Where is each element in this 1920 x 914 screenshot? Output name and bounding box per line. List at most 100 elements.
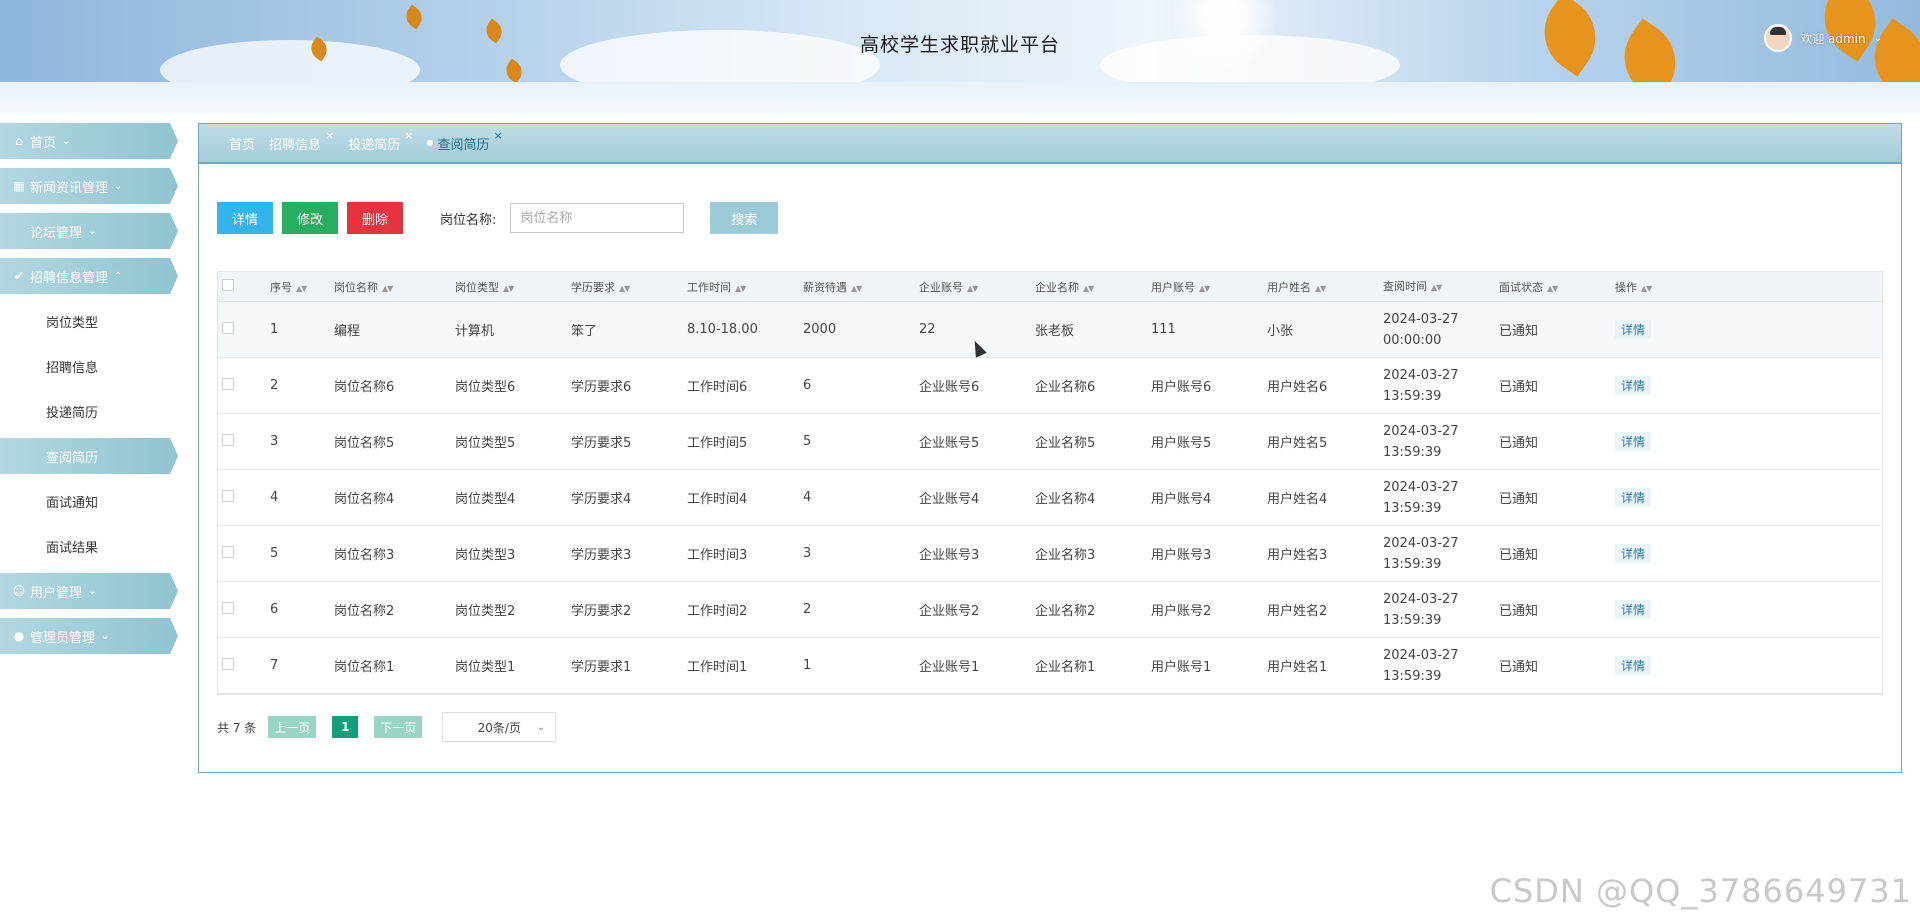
cell-user-account: 用户账号1 [1151,660,1212,675]
page-size-value: 20条/页 [477,720,521,735]
search-button[interactable]: 搜索 [710,202,779,234]
cell-work-time: 工作时间6 [687,380,748,395]
close-icon[interactable]: × [494,129,503,142]
cell-user-account: 用户账号6 [1151,380,1212,395]
column-header[interactable]: 工作时间 ▲▼ [679,279,795,295]
next-page-button[interactable]: 下一页 [374,716,423,738]
table-row[interactable]: 5 岗位名称3 岗位类型3 学历要求3 工作时间3 3 企业账号3 企业名称3 用户账号3 用户姓… [218,526,1882,582]
tab-view-resume[interactable]: 查阅简历 × [427,129,503,153]
detail-button[interactable]: 详情 [217,202,273,234]
cell-work-time: 工作时间2 [687,604,748,619]
pagination: 共 7 条 上一页 1 下一页 20条/页 ⌄ [217,712,557,742]
row-checkbox[interactable] [222,377,234,390]
chevron-up-icon: ⌃ [114,270,123,282]
column-header[interactable]: 岗位名称 ▲▼ [326,279,447,295]
page-number-current[interactable]: 1 [332,716,359,738]
row-select-cell [218,657,262,674]
column-header[interactable]: 操作 ▲▼ [1607,279,1723,295]
row-detail-button[interactable]: 详情 [1615,600,1652,619]
submenu-item-job-info[interactable]: 招聘信息 [0,348,178,384]
submenu-item-interview-notice[interactable]: 面试通知 [0,483,178,519]
column-label: 查阅时间 [1383,279,1427,293]
home-icon: ⌂ [15,134,23,148]
page-size-select[interactable]: 20条/页 ⌄ [442,712,557,742]
avatar[interactable] [1764,24,1793,52]
tab-home[interactable]: 首页 [229,134,255,153]
row-detail-button[interactable]: 详情 [1615,376,1652,395]
sidebar-item-news[interactable]: ▦ 新闻资讯管理 ⌄ [0,168,178,204]
table-row[interactable]: 3 岗位名称5 岗位类型5 学历要求5 工作时间5 5 企业账号5 企业名称5 用户账号5 用户姓… [218,414,1882,470]
recruitment-submenu: 岗位类型 招聘信息 投递简历 查阅简历 面试通知 面试结果 [0,303,180,564]
column-header[interactable]: 用户姓名 ▲▼ [1259,279,1375,295]
column-header[interactable]: 查阅时间 ▲▼ [1375,276,1491,298]
grid-icon: ▦ [13,179,25,193]
sidebar-item-forum[interactable]: 论坛管理 ⌄ [0,213,178,249]
cell-education: 学历要求6 [571,380,632,395]
user-menu[interactable]: 欢迎 admin ⌄ [1764,24,1882,52]
table-row[interactable]: 6 岗位名称2 岗位类型2 学历要求2 工作时间2 2 企业账号2 企业名称2 用户账号2 用户姓… [218,582,1882,638]
cell-company-name: 企业名称4 [1035,492,1096,507]
row-detail-button[interactable]: 详情 [1615,544,1652,563]
column-header[interactable]: 岗位类型 ▲▼ [447,279,563,295]
chevron-down-icon: ⌄ [101,630,110,642]
table-row[interactable]: 1 编程 计算机 笨了 8.10-18.00 2000 22 张老板 111 小张 2024-03-… [218,302,1882,358]
row-checkbox[interactable] [222,489,234,502]
column-label: 薪资待遇 [803,280,847,294]
cell-company-account: 企业账号4 [919,492,980,507]
submenu-item-job-type[interactable]: 岗位类型 [0,303,178,339]
cell-company-name: 企业名称2 [1035,604,1096,619]
search-input[interactable] [510,203,685,233]
cell-view-time: 2024-03-27 13:59:39 [1383,535,1459,572]
row-detail-button[interactable]: 详情 [1615,320,1652,339]
column-header[interactable]: 用户账号 ▲▼ [1143,279,1259,295]
prev-page-button[interactable]: 上一页 [268,716,317,738]
close-icon[interactable]: × [404,129,413,142]
row-checkbox[interactable] [222,657,234,670]
cell-salary: 2000 [803,322,837,337]
column-header[interactable]: 面试状态 ▲▼ [1491,279,1607,295]
chevron-down-icon[interactable]: ⌄ [1874,33,1882,44]
tab-submit-resume[interactable]: 投递简历 × [348,129,413,153]
total-count: 共 7 条 [217,720,257,735]
submenu-item-view-resume[interactable]: 查阅简历 [0,438,178,474]
cell-actions: 详情 [1607,600,1723,619]
table-header: 序号 ▲▼ 岗位名称 ▲▼ 岗位类型 ▲▼ 学历要求 ▲▼ 工作时间 ▲▼ 薪资待遇 ▲▼ … [218,272,1882,302]
row-checkbox[interactable] [222,433,234,446]
row-detail-button[interactable]: 详情 [1615,488,1652,507]
cell-actions: 详情 [1607,488,1723,507]
user-welcome-text[interactable]: 欢迎 admin [1800,30,1865,47]
cell-view-time: 2024-03-27 13:59:39 [1383,423,1459,460]
column-header[interactable]: 序号 ▲▼ [262,279,326,295]
cell-education: 学历要求5 [571,436,632,451]
data-table: 序号 ▲▼ 岗位名称 ▲▼ 岗位类型 ▲▼ 学历要求 ▲▼ 工作时间 ▲▼ 薪资待遇 ▲▼ … [217,271,1883,695]
column-header[interactable]: 企业名称 ▲▼ [1027,279,1143,295]
table-row[interactable]: 7 岗位名称1 岗位类型1 学历要求1 工作时间1 1 企业账号1 企业名称1 用户账号1 用户姓… [218,638,1882,694]
sidebar-item-label: 首页 [30,135,57,151]
row-checkbox[interactable] [222,601,234,614]
row-detail-button[interactable]: 详情 [1615,656,1652,675]
sidebar-item-admins[interactable]: ● 管理员管理 ⌄ [0,618,178,654]
sidebar-item-users[interactable]: ☺ 用户管理 ⌄ [0,573,178,609]
select-all-checkbox[interactable] [222,279,234,291]
table-row[interactable]: 2 岗位名称6 岗位类型6 学历要求6 工作时间6 6 企业账号6 企业名称6 用户账号6 用户姓… [218,358,1882,414]
edit-button[interactable]: 修改 [282,202,338,234]
table-row[interactable]: 4 岗位名称4 岗位类型4 学历要求4 工作时间4 4 企业账号4 企业名称4 用户账号4 用户姓… [218,470,1882,526]
delete-button[interactable]: 删除 [347,202,403,234]
admin-icon: ● [13,629,25,643]
sidebar-item-recruitment[interactable]: ✔ 招聘信息管理 ⌃ [0,258,178,294]
row-checkbox[interactable] [222,545,234,558]
column-header[interactable]: 薪资待遇 ▲▼ [795,279,911,295]
row-checkbox[interactable] [222,321,234,334]
cell-salary: 2 [803,602,812,617]
column-header[interactable]: 学历要求 ▲▼ [563,279,679,295]
sidebar-item-label: 论坛管理 [30,225,83,241]
row-detail-button[interactable]: 详情 [1615,432,1652,451]
sidebar-item-home[interactable]: ⌂ 首页 ⌄ [0,123,178,159]
cell-index: 5 [270,546,279,561]
submenu-item-interview-result[interactable]: 面试结果 [0,528,178,564]
submenu-item-submit-resume[interactable]: 投递简历 [0,393,178,429]
tab-job-info[interactable]: 招聘信息 × [269,129,334,153]
cell-education: 学历要求4 [571,492,632,507]
close-icon[interactable]: × [325,129,334,142]
column-header[interactable]: 企业账号 ▲▼ [911,279,1027,295]
